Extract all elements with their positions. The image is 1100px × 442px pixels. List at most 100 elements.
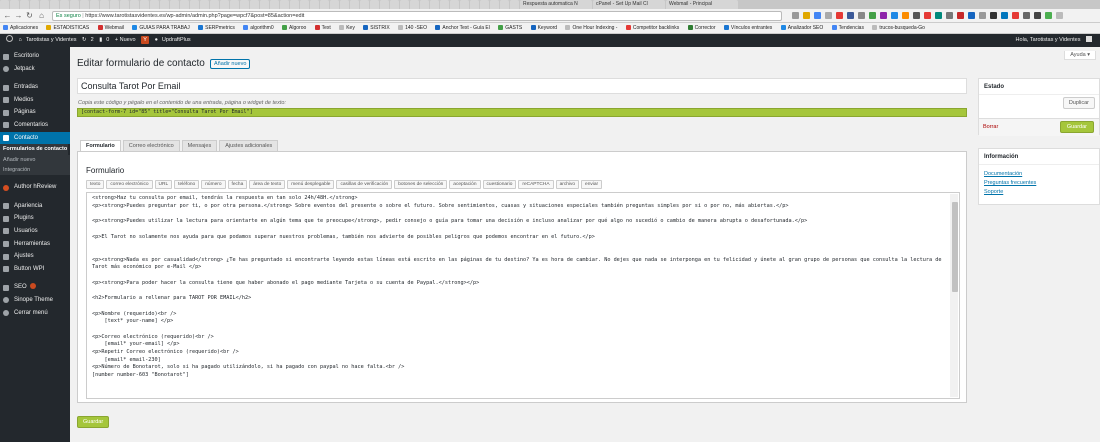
browser-tab[interactable] [470, 0, 479, 9]
updraftplus-link[interactable]: UpdraftPlus [162, 37, 191, 43]
extension-icon[interactable] [803, 12, 810, 19]
tag-button[interactable]: reCAPTCHA [518, 180, 554, 189]
extension-icon[interactable] [858, 12, 865, 19]
tag-button[interactable]: botones de selección [394, 180, 448, 189]
extension-icon[interactable] [957, 12, 964, 19]
browser-tab[interactable] [150, 0, 159, 9]
documentation-link[interactable]: Documentación [984, 171, 1022, 177]
sidebar-item-ajustes[interactable]: Ajustes [0, 250, 70, 263]
browser-tab[interactable] [390, 0, 399, 9]
sidebar-item-contacto[interactable]: Contacto [0, 131, 70, 145]
bookmark-item[interactable]: Analizador SEO [780, 23, 823, 33]
browser-tab-cpanel[interactable]: cPanel - Set Up Mail Cl [593, 0, 665, 9]
sidebar-item-entradas[interactable]: Entradas [0, 81, 70, 94]
bookmark-item[interactable]: Aplicaciones [3, 23, 38, 33]
add-new-button[interactable]: Añadir nuevo [210, 59, 251, 69]
extension-icon[interactable] [935, 12, 942, 19]
browser-tab[interactable] [410, 0, 419, 9]
extension-icon[interactable] [825, 12, 832, 19]
extension-icon[interactable] [891, 12, 898, 19]
back-icon[interactable]: ← [3, 11, 12, 20]
browser-tab[interactable] [290, 0, 299, 9]
shortcode-field[interactable]: [contact-form-7 id="85" title="Consulta … [77, 108, 967, 117]
browser-tab[interactable] [370, 0, 379, 9]
browser-tab[interactable] [10, 0, 19, 9]
support-link[interactable]: Soporte [984, 189, 1003, 195]
browser-tab[interactable] [200, 0, 209, 9]
browser-tab[interactable] [510, 0, 519, 9]
bookmark-item[interactable]: trucos-busqueda-Go [872, 23, 925, 33]
reload-icon[interactable]: ↻ [25, 11, 34, 20]
extension-icon[interactable] [902, 12, 909, 19]
submenu-integracion[interactable]: Integración [0, 165, 70, 176]
user-greeting[interactable]: Hola, Tarotistas y Videntes [1012, 34, 1092, 47]
bookmark-item[interactable]: Keyword [530, 23, 557, 33]
delete-link[interactable]: Borrar [983, 124, 998, 130]
sidebar-item-medios[interactable]: Medios [0, 94, 70, 107]
bookmark-item[interactable]: Competitor backlinks [625, 23, 679, 33]
browser-tab[interactable] [450, 0, 459, 9]
url-field[interactable]: Es seguro | https://www.tarotistasvident… [52, 11, 782, 21]
tag-button[interactable]: fecha [227, 180, 248, 189]
extension-icon[interactable] [946, 12, 953, 19]
browser-tab[interactable] [260, 0, 269, 9]
extension-icon[interactable] [869, 12, 876, 19]
form-code-editor[interactable]: <strong>Haz tu consulta por email, tendr… [86, 192, 960, 399]
bookmark-item[interactable]: Corrector [687, 23, 716, 33]
bookmark-item[interactable]: Algoroo [282, 23, 306, 33]
browser-tab[interactable] [40, 0, 49, 9]
updates-count[interactable]: 2 [91, 37, 94, 43]
extension-icon[interactable] [1001, 12, 1008, 19]
browser-tab[interactable] [320, 0, 329, 9]
browser-tab[interactable] [170, 0, 179, 9]
browser-tab[interactable] [280, 0, 289, 9]
browser-tab[interactable] [440, 0, 449, 9]
bookmark-item[interactable]: ESTADISTICAS [46, 23, 89, 33]
status-save-button[interactable]: Guardar [1059, 121, 1094, 133]
tag-button[interactable]: URL [154, 180, 173, 189]
bookmark-item[interactable]: Webmail [97, 23, 124, 33]
tag-button[interactable]: área de texto [249, 180, 286, 189]
browser-tab[interactable] [120, 0, 129, 9]
browser-tab-respuesta[interactable]: Respuesta automatica N [520, 0, 592, 9]
browser-tab[interactable] [230, 0, 239, 9]
sidebar-item-herramientas[interactable]: Herramientas [0, 238, 70, 251]
browser-tab[interactable] [490, 0, 499, 9]
sidebar-item-escritorio[interactable]: Escritorio [0, 50, 70, 63]
browser-tab[interactable] [270, 0, 279, 9]
sidebar-item-sinope-theme[interactable]: Sinope Theme [0, 294, 70, 307]
extension-icon[interactable] [1045, 12, 1052, 19]
tag-button[interactable]: enviar [581, 180, 603, 189]
save-button[interactable]: Guardar [77, 416, 110, 428]
sidebar-item-author-hreview[interactable]: Author hReview [0, 181, 70, 194]
browser-tab[interactable] [20, 0, 29, 9]
tag-button[interactable]: número [201, 180, 226, 189]
bookmark-item[interactable]: GASTS [498, 23, 522, 33]
browser-tab[interactable] [180, 0, 189, 9]
browser-tab[interactable] [300, 0, 309, 9]
browser-tab[interactable] [100, 0, 109, 9]
sidebar-item-usuarios[interactable]: Usuarios [0, 225, 70, 238]
extension-icon[interactable] [836, 12, 843, 19]
sidebar-item-apariencia[interactable]: Apariencia [0, 200, 70, 213]
browser-tab[interactable] [30, 0, 39, 9]
browser-tab[interactable] [110, 0, 119, 9]
duplicate-button[interactable]: Duplicar [1062, 97, 1095, 109]
tag-button[interactable]: teléfono [174, 180, 200, 189]
sidebar-item-cerrar-menu[interactable]: Cerrar menú [0, 307, 70, 320]
extension-icon[interactable] [1034, 12, 1041, 19]
new-content-link[interactable]: + Nuevo [115, 37, 136, 43]
tag-button[interactable]: correo electrónico [106, 180, 153, 189]
extension-icon[interactable] [814, 12, 821, 19]
bookmark-item[interactable]: Text [314, 23, 331, 33]
browser-tab[interactable] [50, 0, 59, 9]
browser-tab[interactable] [420, 0, 429, 9]
tag-button[interactable]: casillas de verificación [336, 180, 393, 189]
browser-tab[interactable] [250, 0, 259, 9]
bookmark-item[interactable]: One Hour Indexing - [565, 23, 617, 33]
browser-tab[interactable] [160, 0, 169, 9]
extension-icon[interactable] [924, 12, 931, 19]
admin-bar-site-name[interactable]: Tarotistas y Videntes [26, 37, 77, 43]
tag-button[interactable]: texto [86, 180, 105, 189]
browser-tab[interactable] [90, 0, 99, 9]
